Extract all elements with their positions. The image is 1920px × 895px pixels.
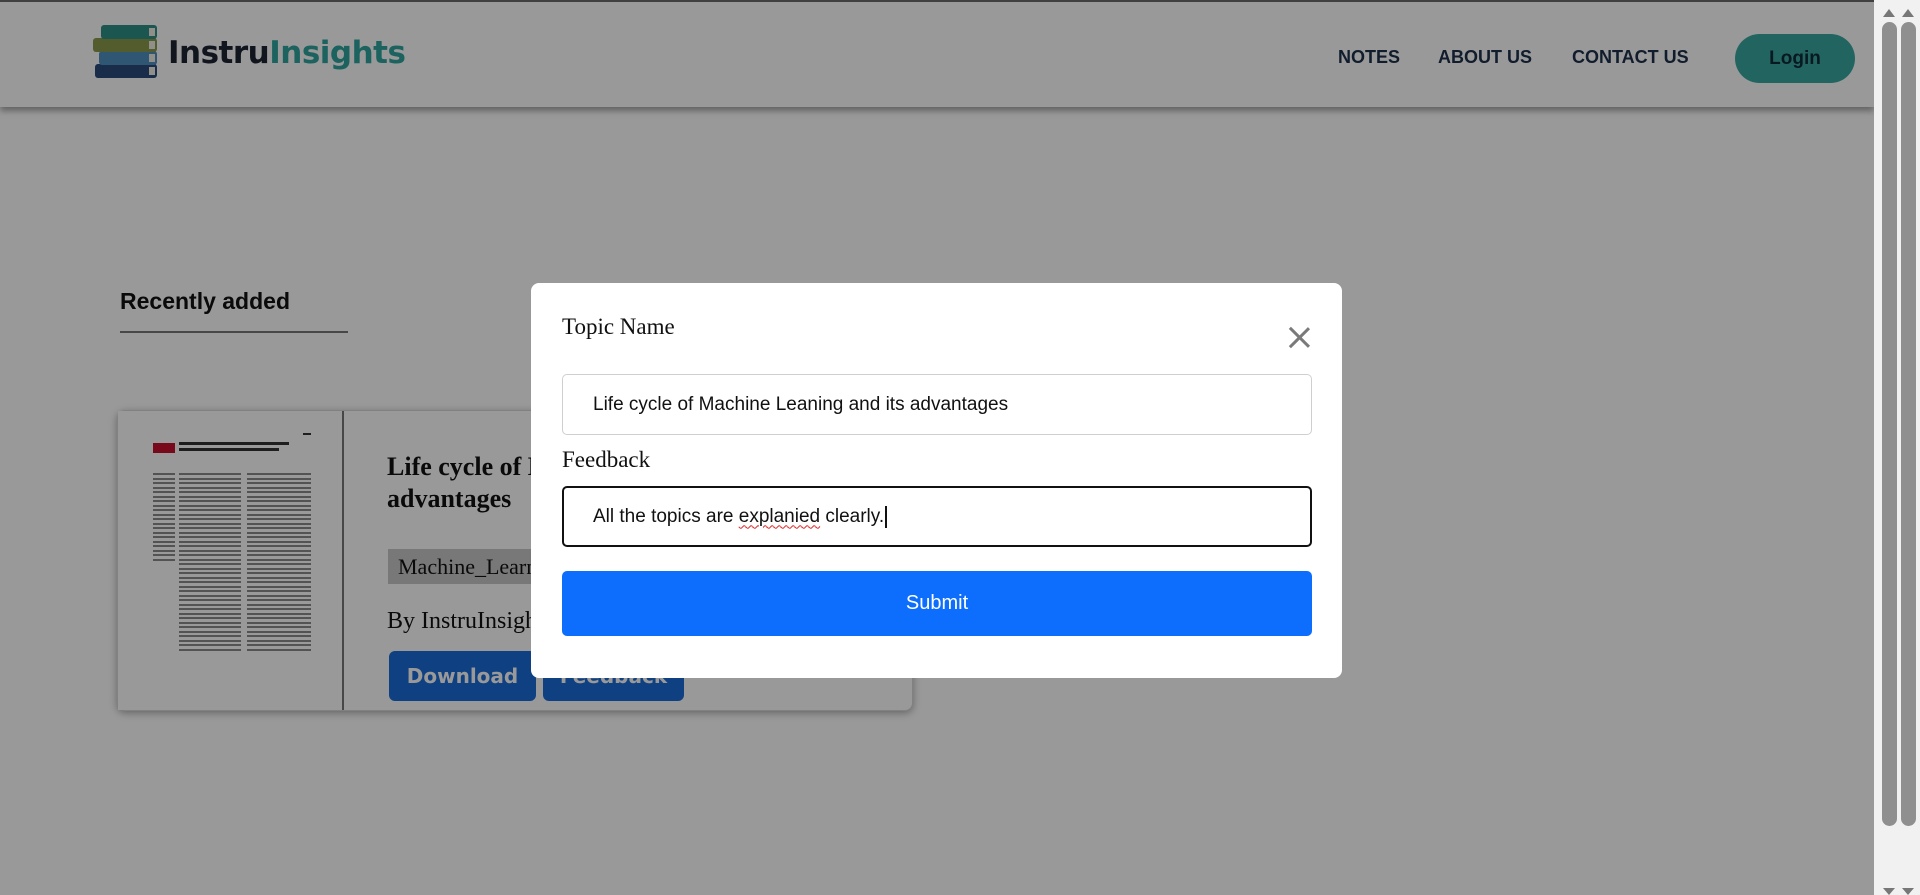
topic-name-field[interactable]: Life cycle of Machine Leaning and its ad…: [562, 374, 1312, 435]
close-icon[interactable]: [1286, 324, 1312, 350]
topic-name-label: Topic Name: [562, 314, 675, 339]
feedback-text-pre: All the topics are: [593, 505, 739, 527]
submit-button[interactable]: Submit: [562, 571, 1312, 636]
page-scrollbar[interactable]: [1874, 0, 1920, 895]
text-caret: [885, 505, 887, 528]
scroll-up-icon[interactable]: [1902, 9, 1914, 17]
feedback-label: Feedback: [562, 447, 651, 472]
scroll-up-icon[interactable]: [1883, 9, 1895, 17]
feedback-text-misspelled: explanied: [738, 505, 821, 527]
feedback-text-post: clearly.: [820, 505, 885, 527]
feedback-field[interactable]: All the topics are explanied clearly.: [562, 486, 1312, 547]
scroll-down-icon[interactable]: [1883, 888, 1895, 895]
scrollbar-thumb[interactable]: [1901, 22, 1916, 826]
scrollbar-thumb[interactable]: [1882, 22, 1897, 826]
feedback-modal: Topic Name Life cycle of Machine Leaning…: [531, 283, 1342, 678]
scroll-down-icon[interactable]: [1902, 888, 1914, 895]
